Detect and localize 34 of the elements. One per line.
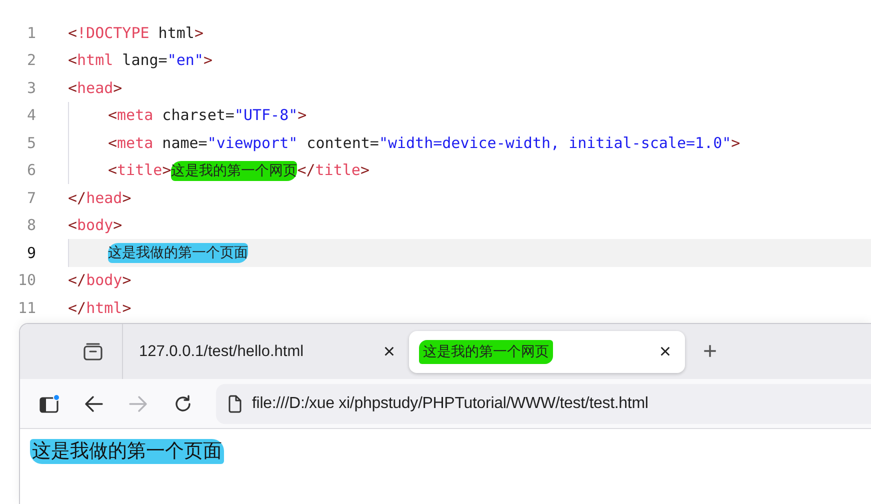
sidebar-icon[interactable] <box>39 394 61 414</box>
browser-tab[interactable]: 127.0.0.1/test/hello.html × <box>123 330 409 372</box>
line-number: 2 <box>26 51 36 70</box>
code-line: <html lang="en"> <box>68 51 212 70</box>
tab-tray-icon[interactable] <box>83 342 103 360</box>
line-number: 8 <box>26 216 36 234</box>
code-line: <!DOCTYPE html> <box>68 24 204 42</box>
code-line: <body> <box>68 216 122 234</box>
line-number: 4 <box>26 106 36 124</box>
back-arrow-icon[interactable] <box>84 394 104 412</box>
code-line: </body> <box>68 271 132 290</box>
code-line: <meta charset="UTF-8"> <box>108 106 307 124</box>
line-number: 10 <box>16 271 36 290</box>
new-tab-button[interactable]: + <box>703 340 718 364</box>
line-number: 11 <box>16 298 36 317</box>
page-text: 这是我做的第一个页面 <box>30 439 224 464</box>
line-number: 6 <box>26 161 36 180</box>
browser-tab[interactable]: 这是我的第一个网页 × <box>409 330 685 372</box>
line-number: 1 <box>26 24 36 42</box>
document-icon <box>228 394 242 412</box>
code-line: <meta name="viewport" content="width=device-width, initial-scale=1.0"> <box>108 134 740 152</box>
line-number: 7 <box>26 188 36 207</box>
close-tab-button[interactable]: × <box>659 342 671 362</box>
line-number: 9 <box>26 244 36 262</box>
code-line: <title>这是我的第一个网页</title> <box>108 160 370 180</box>
code-line: <head> <box>68 78 122 97</box>
code-line: </head> <box>68 188 132 207</box>
code-line: </html> <box>68 298 132 317</box>
reload-icon[interactable] <box>173 394 193 414</box>
close-tab-button[interactable]: × <box>383 342 395 362</box>
line-number: 5 <box>26 134 36 152</box>
line-number: 3 <box>26 78 36 97</box>
code-line: 这是我做的第一个页面 <box>108 243 248 262</box>
address-bar[interactable]: file:///D:/xue xi/phpstudy/PHPTutorial/WWW/test/test.html <box>216 384 871 424</box>
